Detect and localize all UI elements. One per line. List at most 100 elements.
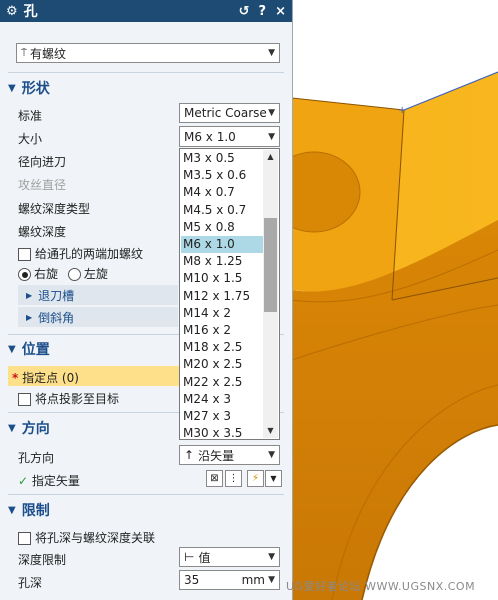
expand-triangle-icon: ▶ — [26, 290, 33, 300]
size-dropdown-list[interactable]: M3 x 0.5 M3.5 x 0.6 M4 x 0.7 M4.5 x 0.7 M5 x… — [179, 148, 280, 440]
standard-label: 标准 — [18, 109, 43, 123]
hole-direction-label: 孔方向 — [18, 451, 55, 465]
checkbox-box[interactable] — [18, 532, 31, 545]
size-option[interactable]: M3 x 0.5 — [181, 150, 264, 167]
checkbox-box[interactable] — [18, 248, 31, 261]
size-option[interactable]: M24 x 3 — [181, 391, 264, 408]
hole-direction-value: 沿矢量 — [198, 448, 235, 463]
graphics-viewport[interactable]: + — [292, 0, 498, 600]
size-option[interactable]: M8 x 1.25 — [181, 253, 264, 270]
handedness-radio-group: 右旋 左旋 — [18, 265, 108, 282]
hole-type-value: 有螺纹 — [30, 46, 67, 61]
hole-depth-label: 孔深 — [18, 576, 43, 590]
hole-depth-input[interactable]: 35 mm ▼ — [179, 570, 280, 590]
left-hand-radio[interactable]: 左旋 — [67, 267, 108, 281]
right-hand-radio[interactable]: 右旋 — [18, 267, 58, 281]
chevron-down-icon: ▼ — [268, 450, 275, 460]
associate-depth-checkbox[interactable]: 将孔深与螺纹深度关联 — [18, 529, 155, 546]
scrollbar-thumb[interactable] — [264, 218, 277, 312]
shape-section-title: 形状 — [21, 81, 50, 97]
chamfer-subsection[interactable]: ▶ 倒斜角 — [18, 307, 178, 327]
chamfer-label: 倒斜角 — [38, 310, 75, 325]
collapse-triangle-icon: ▼ — [8, 504, 16, 516]
depth-value-icon: ⊢ — [184, 550, 195, 564]
chevron-down-icon: ▼ — [268, 552, 275, 562]
required-asterisk-icon: * — [12, 371, 19, 385]
chevron-down-icon: ▼ — [268, 108, 275, 118]
relief-subsection[interactable]: ▶ 退刀槽 — [18, 285, 178, 305]
reset-button[interactable]: ↺ — [239, 4, 250, 19]
thread-depth-label: 螺纹深度 — [18, 225, 67, 239]
standard-value: Metric Coarse — [184, 106, 267, 120]
depth-limit-value: 值 — [198, 550, 211, 565]
direction-section-title: 方向 — [21, 421, 50, 437]
position-section-title: 位置 — [21, 342, 50, 358]
close-button[interactable]: × — [275, 4, 286, 19]
size-option[interactable]: M12 x 1.75 — [181, 288, 264, 305]
help-button[interactable]: ? — [259, 4, 267, 19]
depth-limit-select[interactable]: ⊢ 值 ▼ — [179, 547, 280, 567]
dropdown-scrollbar[interactable]: ▲ ▼ — [263, 150, 278, 438]
hole-direction-select[interactable]: ↑ 沿矢量 ▼ — [179, 445, 280, 465]
arrow-up-icon: ↑ — [184, 448, 195, 462]
thread-both-ends-checkbox[interactable]: 给通孔的两端加螺纹 — [18, 245, 143, 262]
size-label: 大小 — [18, 132, 43, 146]
specify-point-label[interactable]: * 指定点 (0) — [12, 369, 79, 386]
dialog-title: 孔 — [23, 4, 38, 20]
size-option[interactable]: M30 x 3.5 — [181, 425, 264, 442]
size-option[interactable]: M14 x 2 — [181, 305, 264, 322]
hole-dialog: ⚙ 孔 ↺ ? × ⍑ 有螺纹 ▼ ▼ 形状 标准 Metric Coarse … — [0, 0, 293, 600]
chevron-down-icon[interactable]: ▼ — [265, 470, 282, 487]
radio-selected[interactable] — [18, 268, 31, 281]
watermark: UG爱好者论坛 WWW.UGSNX.COM — [286, 580, 476, 593]
reverse-direction-icon[interactable]: ⊠ — [206, 470, 223, 487]
thread-depth-type-label: 螺纹深度类型 — [18, 202, 91, 216]
chevron-down-icon: ▼ — [268, 575, 275, 585]
radial-feed-label: 径向进刀 — [18, 155, 67, 169]
thread-both-ends-text: 给通孔的两端加螺纹 — [35, 247, 144, 261]
checkbox-box[interactable] — [18, 393, 31, 406]
vector-constructor-icon[interactable]: ⋮ — [225, 470, 242, 487]
size-select[interactable]: M6 x 1.0 ▼ — [179, 126, 280, 147]
size-option[interactable]: M20 x 2.5 — [181, 356, 264, 373]
hole-depth-unit: mm — [241, 573, 265, 587]
limit-section-header[interactable]: ▼ 限制 — [8, 499, 284, 521]
project-point-text: 将点投影至目标 — [35, 392, 120, 406]
gear-icon: ⚙ — [6, 3, 18, 19]
left-hand-text: 左旋 — [83, 267, 108, 281]
size-option[interactable]: M6 x 1.0 — [181, 236, 264, 253]
collapse-triangle-icon: ▼ — [8, 82, 16, 94]
scroll-up-icon[interactable]: ▲ — [263, 150, 278, 164]
scroll-down-icon[interactable]: ▼ — [263, 424, 278, 438]
size-option[interactable]: M3.5 x 0.6 — [181, 167, 264, 184]
chevron-down-icon: ▼ — [268, 48, 275, 58]
radio-empty[interactable] — [67, 268, 81, 281]
size-option[interactable]: M22 x 2.5 — [181, 374, 264, 391]
thread-hole-icon: ⍑ — [21, 47, 27, 59]
vector-type-icon[interactable]: ⚡ — [247, 470, 264, 487]
svg-text:+: + — [398, 105, 406, 116]
size-option[interactable]: M5 x 0.8 — [181, 219, 264, 236]
part-model: + — [292, 0, 498, 600]
expand-triangle-icon: ▶ — [26, 312, 33, 322]
limit-section-title: 限制 — [21, 503, 50, 519]
size-option[interactable]: M27 x 3 — [181, 408, 264, 425]
standard-select[interactable]: Metric Coarse ▼ — [179, 103, 280, 123]
size-option[interactable]: M10 x 1.5 — [181, 270, 264, 287]
right-hand-text: 右旋 — [34, 267, 59, 281]
shape-section-header[interactable]: ▼ 形状 — [8, 77, 284, 99]
chevron-down-icon: ▼ — [268, 131, 275, 142]
collapse-triangle-icon: ▼ — [8, 422, 16, 434]
hole-type-select[interactable]: ⍑ 有螺纹 ▼ — [16, 43, 280, 63]
size-option[interactable]: M16 x 2 — [181, 322, 264, 339]
size-option[interactable]: M18 x 2.5 — [181, 339, 264, 356]
project-point-checkbox[interactable]: 将点投影至目标 — [18, 390, 119, 407]
size-option[interactable]: M4 x 0.7 — [181, 184, 264, 201]
checkmark-icon: ✓ — [18, 474, 29, 488]
tap-drill-label: 攻丝直径 — [18, 178, 67, 192]
hole-depth-value: 35 — [184, 573, 200, 587]
associate-depth-text: 将孔深与螺纹深度关联 — [35, 531, 156, 545]
specify-vector-label[interactable]: ✓ 指定矢量 — [18, 472, 80, 489]
collapse-triangle-icon: ▼ — [8, 343, 16, 355]
size-option[interactable]: M4.5 x 0.7 — [181, 202, 264, 219]
